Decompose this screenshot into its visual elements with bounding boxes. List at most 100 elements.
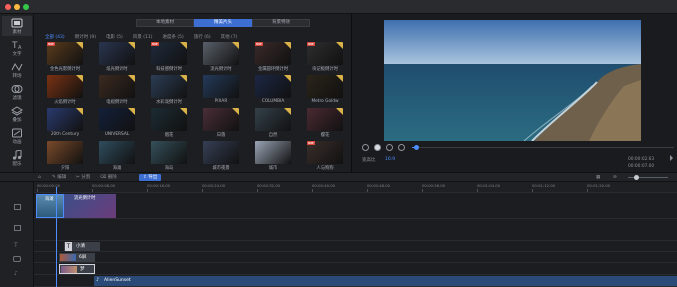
category-travel[interactable]: 旅行 (6) [194,34,211,40]
delete-button[interactable]: ⌫ 删除 [100,174,117,181]
template-label: 金色光影倒计时 [49,67,81,72]
aspect-ratio-select[interactable]: 16:9 [385,157,395,162]
edit-button[interactable]: ✎ 编辑 [52,174,66,181]
media-library: 本地素材 精美片头 背景特效 全部 (43) 倒计时 (9) 电影 (5) 风景… [34,14,350,172]
sticker-track[interactable]: 梦 [34,263,677,275]
export-button[interactable]: ⇪ 导出 [139,174,162,181]
template-thumbnail[interactable] [255,141,291,164]
sidebar-item-label: 叠加 [12,118,22,123]
template-thumbnail[interactable] [99,42,135,65]
premium-corner-icon [128,108,135,115]
video-clip-beach[interactable]: 海滩 [36,194,64,218]
template-thumbnail[interactable]: VIP [47,42,83,65]
ruler-tick-label: 00:01:12.00 [532,183,556,188]
current-time: 00:00:02.63 [628,157,655,162]
play-button[interactable] [374,144,381,151]
sidebar-item-transition[interactable]: 转场 [2,60,32,80]
grid-view-icon[interactable]: ▦ [596,174,600,181]
minimize-window-button[interactable] [14,4,20,10]
premium-corner-icon [76,42,83,49]
undo-icon[interactable]: ⌂ [38,174,41,181]
sidebar-item-music[interactable]: 配乐 [2,148,32,168]
stop-button[interactable] [386,144,393,151]
timeline-ruler[interactable]: 00:00:00.00 00:00:08.00 00:00:16.00 00:00:2… [34,182,677,193]
sidebar-item-label: 文字 [12,52,22,57]
premium-corner-icon [284,108,291,115]
playhead[interactable] [56,187,57,287]
overlay-icon [11,106,23,116]
sidebar-item-overlay[interactable]: 叠加 [2,104,32,124]
text-clip-t-icon: T [65,242,72,251]
template-thumbnail[interactable] [203,42,239,65]
music-track[interactable]: ♪ AlienSunset [34,275,677,287]
sidebar-item-filter[interactable]: 滤镜 [2,82,32,102]
zoom-slider-handle[interactable] [634,175,639,180]
premium-corner-icon [232,108,239,115]
playback-progress[interactable] [412,145,674,150]
zoom-window-button[interactable] [23,4,29,10]
category-all[interactable]: 全部 (43) [45,34,65,40]
progress-handle[interactable] [414,145,419,150]
template-thumbnail[interactable] [151,75,187,98]
template-label: Metro Goldw [311,99,339,104]
vip-badge: VIP [151,42,159,46]
zoom-out-icon[interactable]: ⊖ [613,174,617,181]
template-thumbnail[interactable] [255,75,291,98]
tab-background-effects[interactable]: 背景特效 [252,19,310,27]
ruler-tick-mark [257,189,258,192]
category-countdown[interactable]: 倒计时 (9) [75,34,96,40]
template-thumbnail[interactable] [203,141,239,164]
tab-local-media[interactable]: 本地素材 [136,19,194,27]
category-other[interactable]: 其他 (7) [221,34,238,40]
template-thumbnail[interactable]: VIP [255,42,291,65]
template-label: 水彩泼倒计时 [156,100,182,105]
sticker-clip[interactable]: 梦 [59,264,95,274]
close-window-button[interactable] [5,4,11,10]
category-scenery[interactable]: 风景 (11) [133,34,153,40]
library-tabs: 本地素材 精美片头 背景特效 [136,19,310,27]
previous-button[interactable] [362,144,369,151]
template-label: 科技感倒计时 [156,67,182,72]
template-thumbnail[interactable] [47,141,83,164]
text-track[interactable]: T 小清 [34,241,677,252]
overlay-track[interactable] [34,219,677,241]
template-thumbnail[interactable] [203,75,239,98]
template-label: COLUMBIA [261,99,285,104]
video-preview[interactable] [384,20,641,141]
sidebar-item-media[interactable]: 素材 [2,16,32,36]
template-thumbnail[interactable]: VIP [307,42,343,65]
template-thumbnail[interactable] [47,75,83,98]
template-thumbnail[interactable] [255,108,291,131]
template-thumbnail[interactable] [99,141,135,164]
music-track-icon: ♪ [14,270,18,277]
music-clip[interactable]: ♪ AlienSunset [94,276,677,286]
video-track[interactable]: 海滩 流光倒计时 [34,193,677,219]
category-progress[interactable]: 进度条 (5) [162,34,183,40]
template-thumbnail[interactable]: VIP [151,42,187,65]
volume-icon[interactable] [670,155,676,161]
template-thumbnail[interactable] [307,108,343,131]
next-button[interactable] [398,144,405,151]
transition-icon [11,63,23,71]
template-thumbnail[interactable] [99,108,135,131]
tab-intros[interactable]: 精美片头 [194,19,252,27]
template-thumbnail[interactable] [203,108,239,131]
template-thumbnail[interactable]: VIP [307,141,343,164]
category-movie[interactable]: 电影 (5) [106,34,123,40]
split-button[interactable]: ✂ 分割 [76,174,90,181]
effect-track[interactable]: 6屏 [34,252,677,263]
video-clip-streamer[interactable]: 流光倒计时 [64,194,116,218]
sidebar-item-animation[interactable]: 动画 [2,126,32,146]
template-thumbnail[interactable] [47,108,83,131]
ruler-tick-label: 00:00:08.00 [92,183,116,188]
preview-panel: 宽高比 16:9 00:00:02.63 00:00:07.00 [351,14,677,172]
template-thumbnail[interactable] [151,108,187,131]
text-clip[interactable]: T 小清 [64,242,100,251]
vip-badge: VIP [307,42,315,46]
template-thumbnail[interactable] [151,141,187,164]
effect-clip[interactable]: 6屏 [59,253,95,262]
zoom-slider[interactable] [628,175,668,180]
template-thumbnail[interactable] [307,75,343,98]
sidebar-item-text[interactable]: TA 文字 [2,38,32,58]
template-thumbnail[interactable] [99,75,135,98]
